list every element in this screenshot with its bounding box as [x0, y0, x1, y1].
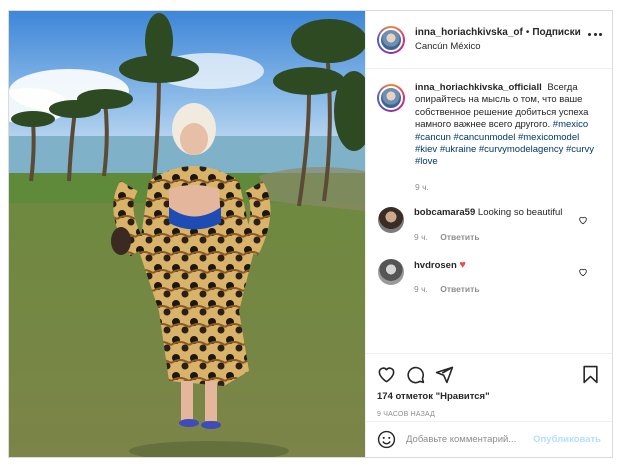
comment-body: bobcamara59 Looking so beautiful 9 ч. От… — [414, 207, 574, 243]
comment-icon[interactable] — [406, 365, 425, 384]
comment-username[interactable]: hvdrosen — [414, 260, 457, 271]
add-comment-bar: Опубликовать — [366, 421, 612, 457]
heart-emoji-icon: ♥ — [459, 259, 466, 272]
caption-avatar[interactable] — [377, 84, 405, 112]
post-actions: 174 отметок "Нравится" 9 ЧАСОВ НАЗАД — [366, 353, 612, 423]
post-location[interactable]: Cancún México — [415, 40, 581, 54]
reply-button[interactable]: Ответить — [440, 284, 479, 294]
post-header: inna_horiachkivska_of • Подписки Cancún … — [366, 11, 612, 69]
separator-dot: • — [525, 26, 530, 38]
more-horizontal-icon[interactable] — [588, 33, 602, 37]
comment-meta: 9 ч. Ответить — [414, 283, 574, 295]
comment-like-heart-icon[interactable] — [578, 267, 588, 277]
comment-item: bobcamara59 Looking so beautiful 9 ч. От… — [377, 207, 600, 243]
author-avatar[interactable] — [377, 25, 405, 54]
post-side-panel: inna_horiachkivska_of • Подписки Cancún … — [365, 11, 612, 457]
comment-input[interactable] — [406, 434, 528, 445]
comment-meta: 9 ч. Ответить — [414, 231, 574, 243]
comment-text: Looking so beautiful — [477, 207, 563, 219]
bookmark-icon[interactable] — [581, 365, 600, 384]
author-info: inna_horiachkivska_of • Подписки Cancún … — [415, 26, 581, 54]
caption-username[interactable]: inna_horiachkivska_officiall — [415, 82, 542, 93]
publish-button[interactable]: Опубликовать — [533, 434, 601, 445]
heart-icon[interactable] — [377, 365, 396, 384]
caption-body: inna_horiachkivska_officiall Всегда опир… — [415, 82, 600, 193]
commenter-avatar[interactable] — [378, 207, 404, 234]
instagram-post: inna_horiachkivska_of • Подписки Cancún … — [8, 10, 613, 458]
action-icons — [377, 362, 600, 386]
share-icon[interactable] — [435, 365, 454, 384]
author-username[interactable]: inna_horiachkivska_of — [415, 26, 523, 40]
post-photo[interactable] — [9, 11, 365, 457]
comment-username[interactable]: bobcamara59 — [414, 207, 475, 218]
caption: inna_horiachkivska_officiall Всегда опир… — [377, 82, 600, 193]
comment-like-heart-icon[interactable] — [578, 215, 588, 225]
comment-item: hvdrosen ♥ 9 ч. Ответить — [377, 259, 600, 296]
likes-count[interactable]: 174 отметок "Нравится" — [377, 391, 600, 402]
follow-button[interactable]: Подписки — [532, 26, 580, 40]
post-photo-image — [9, 11, 365, 457]
post-timestamp[interactable]: 9 ЧАСОВ НАЗАД — [377, 411, 600, 418]
reply-button[interactable]: Ответить — [440, 232, 479, 242]
comment-body: hvdrosen ♥ 9 ч. Ответить — [414, 259, 574, 296]
emoji-icon[interactable] — [377, 430, 396, 449]
commenter-avatar[interactable] — [378, 259, 404, 286]
comments-section[interactable]: inna_horiachkivska_officiall Всегда опир… — [366, 70, 612, 352]
caption-time: 9 ч. — [415, 181, 429, 192]
comment-time: 9 ч. — [414, 284, 428, 295]
comment-time: 9 ч. — [414, 231, 428, 242]
